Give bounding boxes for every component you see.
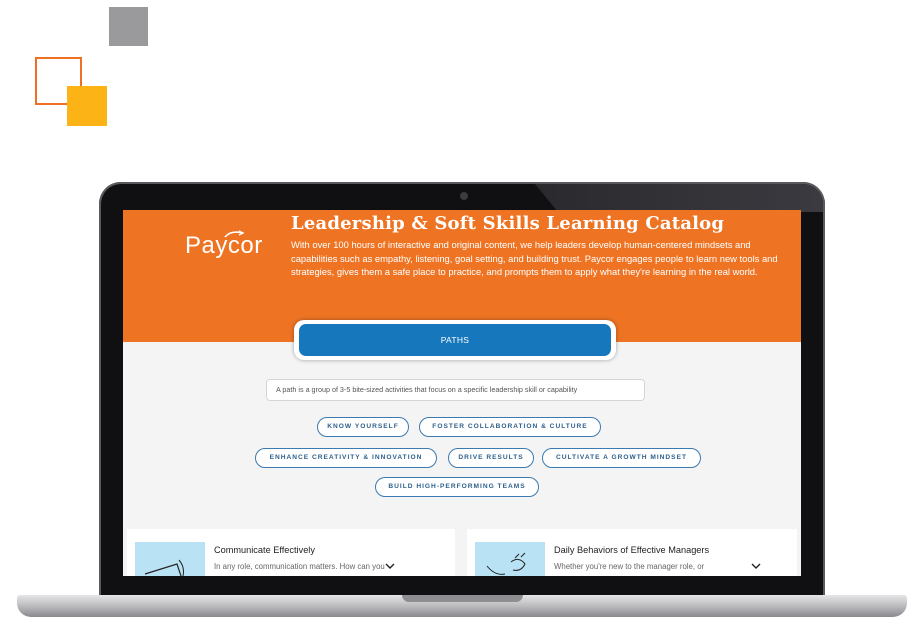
card-title: Daily Behaviors of Effective Managers — [554, 545, 710, 555]
laptop-camera — [460, 192, 468, 200]
path-card-daily-behaviors[interactable]: Daily Behaviors of Effective Managers Wh… — [467, 529, 797, 576]
filter-foster-collaboration[interactable]: FOSTER COLLABORATION & CULTURE — [419, 417, 601, 437]
filter-cultivate-growth[interactable]: CULTIVATE A GROWTH MINDSET — [542, 448, 701, 468]
decorative-gray-square — [109, 7, 148, 46]
paths-button[interactable]: PATHS — [299, 324, 611, 356]
megaphone-illustration-icon — [135, 542, 205, 576]
chevron-down-icon[interactable] — [750, 561, 762, 571]
path-card-communicate[interactable]: Communicate Effectively In any role, com… — [127, 529, 455, 576]
logo-swoosh-icon — [224, 230, 245, 238]
paths-button-frame: PATHS — [294, 320, 616, 360]
chevron-down-icon[interactable] — [384, 561, 396, 571]
filter-enhance-creativity[interactable]: ENHANCE CREATIVITY & INNOVATION — [255, 448, 437, 468]
filter-drive-results[interactable]: DRIVE RESULTS — [448, 448, 534, 468]
laptop-screen: Paycor Leadership & Soft Skills Learning… — [123, 210, 801, 576]
laptop-lid-reflection — [535, 184, 823, 212]
path-info-box: A path is a group of 3-5 bite-sized acti… — [266, 379, 645, 401]
card-description: In any role, communication matters. How … — [214, 562, 385, 571]
laptop-base-notch — [402, 595, 523, 602]
filter-know-yourself[interactable]: KNOW YOURSELF — [317, 417, 409, 437]
catalog-description: With over 100 hours of interactive and o… — [291, 239, 778, 278]
catalog-title: Leadership & Soft Skills Learning Catalo… — [291, 213, 725, 234]
handshake-illustration-icon — [475, 542, 545, 576]
card-description: Whether you're new to the manager role, … — [554, 562, 705, 571]
decorative-yellow-square — [67, 86, 107, 126]
filter-build-teams[interactable]: BUILD HIGH-PERFORMING TEAMS — [375, 477, 539, 497]
card-title: Communicate Effectively — [214, 545, 315, 555]
